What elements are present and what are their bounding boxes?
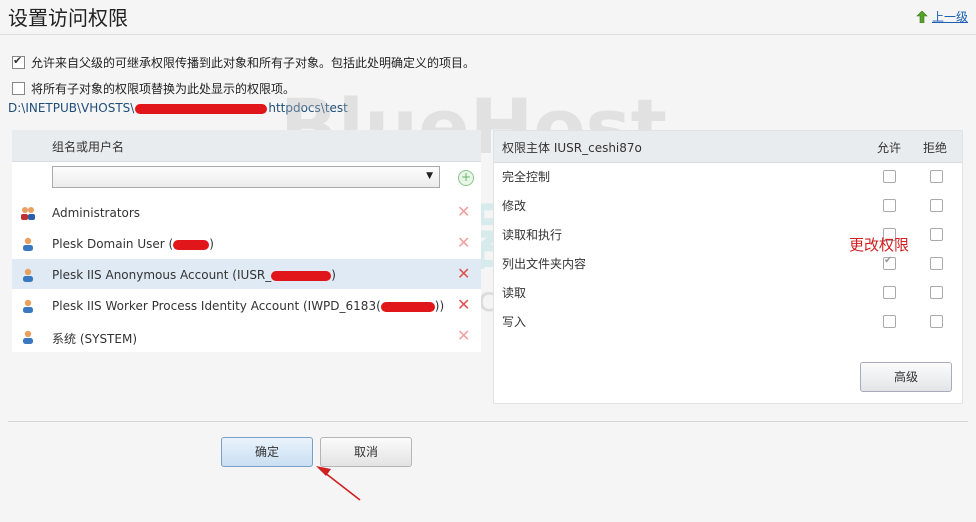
perm-row-full-control: 完全控制 [494,161,962,190]
allow-checkbox[interactable] [883,170,896,183]
delete-icon[interactable]: ✕ [457,328,470,344]
user-name-text: Plesk Domain User ( [52,237,174,251]
user-name-suffix: ) [209,237,214,251]
cancel-button[interactable]: 取消 [320,437,412,467]
user-name-suffix: )) [434,299,445,313]
redaction-mark [135,103,268,114]
path-prefix: D:\INETPUB\VHOSTS\ [8,101,135,115]
user-row-anonymous[interactable]: Plesk IIS Anonymous Account (IUSR_) ✕ [12,259,481,289]
delete-icon[interactable]: ✕ [457,297,470,313]
user-row-domain-user[interactable]: Plesk Domain User () ✕ [12,228,481,258]
allow-checkbox[interactable] [883,286,896,299]
permissions-header: 权限主体 IUSR_ceshi87o 允许 拒绝 [494,131,962,163]
deny-checkbox[interactable] [930,228,943,241]
user-name: 系统 (SYSTEM) [52,332,138,346]
replace-label: 将所有子对象的权限项替换为此处显示的权限项。 [31,82,296,96]
deny-checkbox[interactable] [930,257,943,270]
user-row-administrators[interactable]: Administrators ✕ [12,197,481,227]
inherit-checkbox[interactable] [12,54,25,69]
perm-label: 列出文件夹内容 [502,257,587,271]
user-icon [23,299,33,313]
delete-icon[interactable]: ✕ [457,204,470,220]
path-suffix: httpdocs\test [268,101,348,115]
user-name-text: Plesk IIS Anonymous Account (IUSR_ [52,268,272,282]
user-name: Administrators [52,206,141,220]
perm-label: 修改 [502,199,527,213]
users-panel: 组名或用户名 ▼ + Administrators ✕ Plesk Domain… [12,130,481,352]
user-row-worker-process[interactable]: Plesk IIS Worker Process Identity Accoun… [12,290,481,320]
allow-column-header: 允许 [877,141,902,155]
up-level-link[interactable]: 上一级 [916,8,968,25]
redaction-mark [380,301,435,312]
up-level-label: 上一级 [931,10,968,24]
user-row-system[interactable]: 系统 (SYSTEM) ✕ [12,321,481,351]
user-icon [23,268,33,282]
deny-checkbox[interactable] [930,286,943,299]
perm-label: 写入 [502,315,527,329]
user-name-text: Plesk IIS Worker Process Identity Accoun… [52,299,381,313]
perm-row-modify: 修改 [494,190,962,219]
allow-checkbox[interactable] [883,255,896,270]
inherit-label: 允许来自父级的可继承权限传播到此对象和所有子对象。包括此处明确定义的项目。 [31,56,476,70]
allow-checkbox[interactable] [883,199,896,212]
page-title: 设置访问权限 [8,6,128,30]
perm-row-read: 读取 [494,277,962,306]
user-name: Plesk IIS Worker Process Identity Accoun… [52,299,444,313]
divider [0,34,976,35]
allow-checkbox[interactable] [883,315,896,328]
redaction-mark [271,270,332,281]
group-icon [21,207,35,220]
deny-column-header: 拒绝 [923,141,948,155]
folder-path: D:\INETPUB\VHOSTS\ httpdocs\test [8,101,348,115]
permissions-panel: 权限主体 IUSR_ceshi87o 允许 拒绝 完全控制 修改 读取和执行 列… [493,130,963,404]
up-arrow-icon [916,11,928,23]
user-name: Plesk Domain User () [52,237,214,251]
perm-label: 完全控制 [502,170,551,184]
deny-checkbox[interactable] [930,315,943,328]
perm-row-write: 写入 [494,306,962,335]
user-icon [23,330,33,344]
user-name-suffix: ) [331,268,336,282]
chevron-down-icon: ▼ [426,171,433,181]
inherit-option[interactable]: 允许来自父级的可继承权限传播到此对象和所有子对象。包括此处明确定义的项目。 [12,54,475,71]
principal-label: 权限主体 IUSR_ceshi87o [502,141,642,155]
users-header-label: 组名或用户名 [52,140,125,154]
advanced-button[interactable]: 高级 [860,362,952,392]
user-icon [23,237,33,251]
user-name: Plesk IIS Anonymous Account (IUSR_) [52,268,336,282]
user-select[interactable]: ▼ [52,166,440,188]
ok-button[interactable]: 确定 [221,437,313,467]
change-permissions-annotation: 更改权限 [849,236,910,254]
perm-label: 读取和执行 [502,228,563,242]
replace-option[interactable]: 将所有子对象的权限项替换为此处显示的权限项。 [12,80,295,97]
delete-icon[interactable]: ✕ [457,266,470,282]
users-header: 组名或用户名 [12,130,481,162]
divider [8,421,968,422]
redaction-mark [173,239,210,250]
perm-label: 读取 [502,286,527,300]
replace-checkbox[interactable] [12,82,25,95]
add-user-icon[interactable]: + [458,170,474,186]
deny-checkbox[interactable] [930,170,943,183]
delete-icon[interactable]: ✕ [457,235,470,251]
deny-checkbox[interactable] [930,199,943,212]
